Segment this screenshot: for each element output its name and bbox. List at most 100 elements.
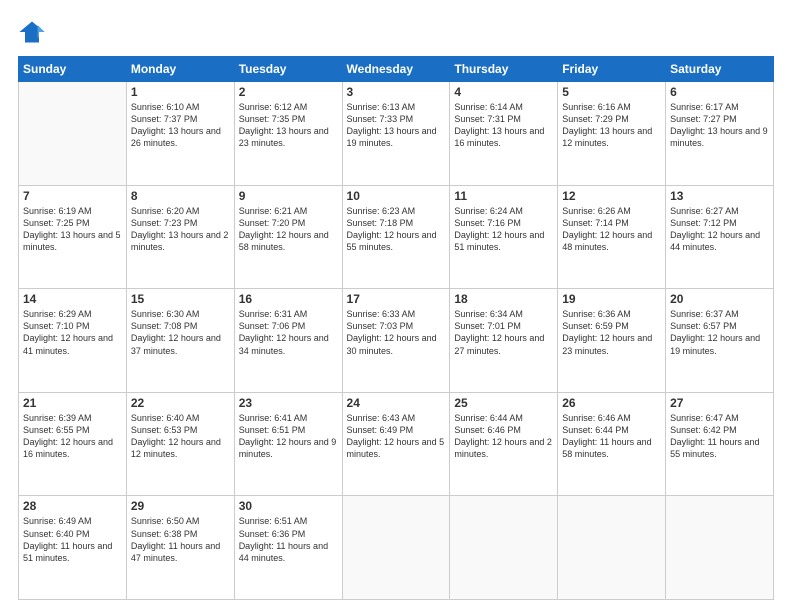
day-number: 2 — [239, 85, 338, 99]
day-cell: 3 Sunrise: 6:13 AM Sunset: 7:33 PM Daylig… — [342, 82, 450, 186]
weekday-header-wednesday: Wednesday — [342, 57, 450, 82]
day-number: 18 — [454, 292, 553, 306]
weekday-header-monday: Monday — [126, 57, 234, 82]
day-number: 6 — [670, 85, 769, 99]
day-cell: 29Sunrise: 6:50 AM Sunset: 6:38 PM Dayli… — [126, 496, 234, 600]
day-number: 28 — [23, 499, 122, 513]
day-info: Sunrise: 6:13 AM Sunset: 7:33 PM Dayligh… — [347, 101, 446, 150]
day-cell — [342, 496, 450, 600]
day-cell: 7 Sunrise: 6:19 AM Sunset: 7:25 PM Daylig… — [19, 185, 127, 289]
week-row-4: 21 Sunrise: 6:39 AM Sunset: 6:55 PM Dayli… — [19, 392, 774, 496]
day-info: Sunrise: 6:12 AM Sunset: 7:35 PM Dayligh… — [239, 101, 338, 150]
weekday-header-sunday: Sunday — [19, 57, 127, 82]
day-cell: 6 Sunrise: 6:17 AM Sunset: 7:27 PM Daylig… — [666, 82, 774, 186]
day-cell: 21 Sunrise: 6:39 AM Sunset: 6:55 PM Dayli… — [19, 392, 127, 496]
day-info: Sunrise: 6:16 AM Sunset: 7:29 PM Dayligh… — [562, 101, 661, 150]
logo — [18, 18, 49, 46]
day-info: Sunrise: 6:17 AM Sunset: 7:27 PM Dayligh… — [670, 101, 769, 150]
day-cell: 14 Sunrise: 6:29 AM Sunset: 7:10 PM Dayli… — [19, 289, 127, 393]
day-number: 30 — [239, 499, 338, 513]
day-number: 3 — [347, 85, 446, 99]
day-cell: 25 Sunrise: 6:44 AM Sunset: 6:46 PM Dayli… — [450, 392, 558, 496]
day-info: Sunrise: 6:51 AM Sunset: 6:36 PM Dayligh… — [239, 515, 338, 564]
day-info: Sunrise: 6:19 AM Sunset: 7:25 PM Dayligh… — [23, 205, 122, 254]
day-number: 8 — [131, 189, 230, 203]
day-cell: 24 Sunrise: 6:43 AM Sunset: 6:49 PM Dayli… — [342, 392, 450, 496]
day-cell: 27 Sunrise: 6:47 AM Sunset: 6:42 PM Dayli… — [666, 392, 774, 496]
day-number: 10 — [347, 189, 446, 203]
generalblue-icon — [18, 18, 46, 46]
weekday-header-saturday: Saturday — [666, 57, 774, 82]
day-cell: 20Sunrise: 6:37 AM Sunset: 6:57 PM Dayli… — [666, 289, 774, 393]
day-number: 5 — [562, 85, 661, 99]
day-number: 11 — [454, 189, 553, 203]
day-number: 22 — [131, 396, 230, 410]
day-number: 1 — [131, 85, 230, 99]
day-cell — [558, 496, 666, 600]
day-number: 21 — [23, 396, 122, 410]
week-row-1: 1 Sunrise: 6:10 AM Sunset: 7:37 PM Daylig… — [19, 82, 774, 186]
day-cell: 4 Sunrise: 6:14 AM Sunset: 7:31 PM Daylig… — [450, 82, 558, 186]
page: SundayMondayTuesdayWednesdayThursdayFrid… — [0, 0, 792, 612]
day-number: 26 — [562, 396, 661, 410]
day-info: Sunrise: 6:34 AM Sunset: 7:01 PM Dayligh… — [454, 308, 553, 357]
day-number: 13 — [670, 189, 769, 203]
day-cell: 11 Sunrise: 6:24 AM Sunset: 7:16 PM Dayli… — [450, 185, 558, 289]
day-cell: 30 Sunrise: 6:51 AM Sunset: 6:36 PM Dayli… — [234, 496, 342, 600]
day-info: Sunrise: 6:50 AM Sunset: 6:38 PM Dayligh… — [131, 515, 230, 564]
week-row-5: 28Sunrise: 6:49 AM Sunset: 6:40 PM Dayli… — [19, 496, 774, 600]
day-cell: 1 Sunrise: 6:10 AM Sunset: 7:37 PM Daylig… — [126, 82, 234, 186]
day-cell: 13 Sunrise: 6:27 AM Sunset: 7:12 PM Dayli… — [666, 185, 774, 289]
day-cell: 28Sunrise: 6:49 AM Sunset: 6:40 PM Dayli… — [19, 496, 127, 600]
day-info: Sunrise: 6:21 AM Sunset: 7:20 PM Dayligh… — [239, 205, 338, 254]
weekday-header-tuesday: Tuesday — [234, 57, 342, 82]
day-info: Sunrise: 6:23 AM Sunset: 7:18 PM Dayligh… — [347, 205, 446, 254]
day-number: 27 — [670, 396, 769, 410]
week-row-2: 7 Sunrise: 6:19 AM Sunset: 7:25 PM Daylig… — [19, 185, 774, 289]
day-number: 9 — [239, 189, 338, 203]
day-cell: 12Sunrise: 6:26 AM Sunset: 7:14 PM Dayli… — [558, 185, 666, 289]
day-cell — [666, 496, 774, 600]
weekday-header-row: SundayMondayTuesdayWednesdayThursdayFrid… — [19, 57, 774, 82]
day-info: Sunrise: 6:44 AM Sunset: 6:46 PM Dayligh… — [454, 412, 553, 461]
day-info: Sunrise: 6:10 AM Sunset: 7:37 PM Dayligh… — [131, 101, 230, 150]
day-info: Sunrise: 6:47 AM Sunset: 6:42 PM Dayligh… — [670, 412, 769, 461]
day-number: 24 — [347, 396, 446, 410]
day-info: Sunrise: 6:46 AM Sunset: 6:44 PM Dayligh… — [562, 412, 661, 461]
day-number: 23 — [239, 396, 338, 410]
day-info: Sunrise: 6:29 AM Sunset: 7:10 PM Dayligh… — [23, 308, 122, 357]
day-cell: 23 Sunrise: 6:41 AM Sunset: 6:51 PM Dayli… — [234, 392, 342, 496]
day-cell: 26 Sunrise: 6:46 AM Sunset: 6:44 PM Dayli… — [558, 392, 666, 496]
day-number: 14 — [23, 292, 122, 306]
day-info: Sunrise: 6:40 AM Sunset: 6:53 PM Dayligh… — [131, 412, 230, 461]
day-cell: 19 Sunrise: 6:36 AM Sunset: 6:59 PM Dayli… — [558, 289, 666, 393]
day-info: Sunrise: 6:36 AM Sunset: 6:59 PM Dayligh… — [562, 308, 661, 357]
day-number: 17 — [347, 292, 446, 306]
day-number: 7 — [23, 189, 122, 203]
day-info: Sunrise: 6:39 AM Sunset: 6:55 PM Dayligh… — [23, 412, 122, 461]
day-cell — [450, 496, 558, 600]
day-number: 4 — [454, 85, 553, 99]
calendar-table: SundayMondayTuesdayWednesdayThursdayFrid… — [18, 56, 774, 600]
day-info: Sunrise: 6:24 AM Sunset: 7:16 PM Dayligh… — [454, 205, 553, 254]
day-cell: 5 Sunrise: 6:16 AM Sunset: 7:29 PM Daylig… — [558, 82, 666, 186]
weekday-header-friday: Friday — [558, 57, 666, 82]
day-info: Sunrise: 6:26 AM Sunset: 7:14 PM Dayligh… — [562, 205, 661, 254]
day-info: Sunrise: 6:20 AM Sunset: 7:23 PM Dayligh… — [131, 205, 230, 254]
day-info: Sunrise: 6:27 AM Sunset: 7:12 PM Dayligh… — [670, 205, 769, 254]
day-cell: 10 Sunrise: 6:23 AM Sunset: 7:18 PM Dayli… — [342, 185, 450, 289]
day-info: Sunrise: 6:14 AM Sunset: 7:31 PM Dayligh… — [454, 101, 553, 150]
weekday-header-thursday: Thursday — [450, 57, 558, 82]
day-cell: 18 Sunrise: 6:34 AM Sunset: 7:01 PM Dayli… — [450, 289, 558, 393]
day-number: 19 — [562, 292, 661, 306]
day-info: Sunrise: 6:30 AM Sunset: 7:08 PM Dayligh… — [131, 308, 230, 357]
week-row-3: 14 Sunrise: 6:29 AM Sunset: 7:10 PM Dayli… — [19, 289, 774, 393]
day-info: Sunrise: 6:43 AM Sunset: 6:49 PM Dayligh… — [347, 412, 446, 461]
day-info: Sunrise: 6:33 AM Sunset: 7:03 PM Dayligh… — [347, 308, 446, 357]
day-number: 25 — [454, 396, 553, 410]
day-cell: 9 Sunrise: 6:21 AM Sunset: 7:20 PM Daylig… — [234, 185, 342, 289]
day-cell: 2 Sunrise: 6:12 AM Sunset: 7:35 PM Daylig… — [234, 82, 342, 186]
day-cell: 16Sunrise: 6:31 AM Sunset: 7:06 PM Dayli… — [234, 289, 342, 393]
day-info: Sunrise: 6:41 AM Sunset: 6:51 PM Dayligh… — [239, 412, 338, 461]
day-cell: 22 Sunrise: 6:40 AM Sunset: 6:53 PM Dayli… — [126, 392, 234, 496]
